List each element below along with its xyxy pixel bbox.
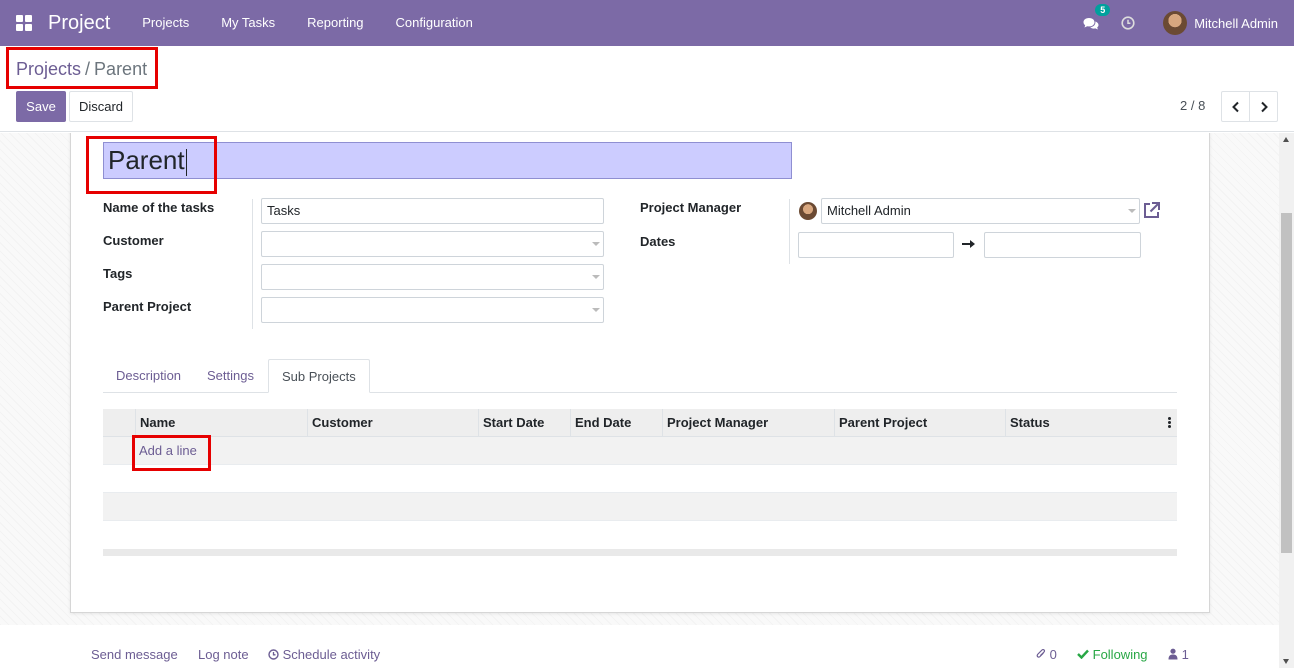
tab-description[interactable]: Description <box>103 359 194 393</box>
dropdown-caret-icon <box>592 242 600 246</box>
schedule-activity-label: Schedule activity <box>282 647 381 662</box>
activity-clock-icon[interactable] <box>1121 16 1135 30</box>
menu-projects[interactable]: Projects <box>126 0 205 46</box>
user-icon <box>1168 648 1178 660</box>
table-row: Add a line <box>103 437 1177 465</box>
control-panel: Projects / Parent Save Discard 2 / 8 <box>0 46 1294 132</box>
chevron-right-icon <box>1260 101 1268 112</box>
followers-count: 1 <box>1181 647 1189 662</box>
schedule-activity-button[interactable]: Schedule activity <box>268 647 380 662</box>
following-label: Following <box>1092 647 1148 662</box>
chat-icon <box>1083 18 1099 30</box>
breadcrumb-current: Parent <box>94 59 148 79</box>
table-footer <box>103 549 1177 556</box>
add-a-line-link[interactable]: Add a line <box>139 437 197 465</box>
column-project-manager[interactable]: Project Manager <box>662 409 833 437</box>
left-group-separator <box>252 199 253 329</box>
tags-select[interactable] <box>261 264 604 290</box>
user-name[interactable]: Mitchell Admin <box>1194 16 1278 31</box>
apps-menu-icon[interactable] <box>16 15 32 31</box>
arrow-right-icon <box>962 240 975 248</box>
breadcrumb: Projects / Parent <box>16 59 147 80</box>
column-status[interactable]: Status <box>1005 409 1177 437</box>
check-icon <box>1077 649 1089 660</box>
date-end-input[interactable] <box>984 232 1141 258</box>
paperclip-icon <box>1036 648 1046 658</box>
tab-sub-projects[interactable]: Sub Projects <box>268 359 370 393</box>
column-customer[interactable]: Customer <box>307 409 478 437</box>
chat-count-badge: 5 <box>1095 4 1111 16</box>
chatter-bar: Send message Log note Schedule activity … <box>0 626 1279 668</box>
label-tags: Tags <box>103 266 133 281</box>
label-name-of-tasks: Name of the tasks <box>103 200 215 215</box>
breadcrumb-separator: / <box>85 59 91 79</box>
pager-value[interactable]: 2 / 8 <box>1180 98 1205 113</box>
table-row <box>103 465 1177 493</box>
project-name-input[interactable]: Parent <box>103 142 792 179</box>
scroll-up-arrow-icon[interactable] <box>1283 137 1289 142</box>
menu-configuration[interactable]: Configuration <box>380 0 489 46</box>
project-manager-value: Mitchell Admin <box>827 203 911 218</box>
sub-projects-table: Name Customer Start Date End Date Projec… <box>103 409 1177 556</box>
messaging-button[interactable]: 5 <box>1083 4 1111 33</box>
project-name-value: Parent <box>108 145 185 175</box>
project-manager-select[interactable]: Mitchell Admin <box>821 198 1140 224</box>
attachments-count: 0 <box>1049 647 1057 662</box>
right-group-separator <box>789 199 790 264</box>
clock-icon <box>268 649 279 660</box>
dropdown-caret-icon <box>592 275 600 279</box>
column-name[interactable]: Name <box>135 409 306 437</box>
scroll-down-arrow-icon[interactable] <box>1283 659 1289 664</box>
column-start-date[interactable]: Start Date <box>478 409 570 437</box>
chevron-left-icon <box>1231 101 1239 112</box>
form-view: Parent Name of the tasks Customer Tags P… <box>0 133 1279 625</box>
log-note-button[interactable]: Log note <box>198 647 249 662</box>
scrollbar-thumb[interactable] <box>1281 213 1292 553</box>
label-dates: Dates <box>640 234 676 249</box>
name-of-tasks-input[interactable]: Tasks <box>261 198 604 224</box>
send-message-button[interactable]: Send message <box>91 647 178 662</box>
text-cursor <box>185 148 187 176</box>
parent-project-select[interactable] <box>261 297 604 323</box>
tab-settings[interactable]: Settings <box>194 359 267 393</box>
label-project-manager: Project Manager <box>640 200 742 215</box>
discard-button[interactable]: Discard <box>69 91 133 122</box>
app-title[interactable]: Project <box>48 12 110 35</box>
customer-select[interactable] <box>261 231 604 257</box>
top-navbar: Project Projects My Tasks Reporting Conf… <box>0 0 1294 46</box>
page-scrollbar[interactable] <box>1279 133 1294 668</box>
dropdown-caret-icon <box>592 308 600 312</box>
table-row <box>103 493 1177 521</box>
table-header: Name Customer Start Date End Date Projec… <box>103 409 1177 437</box>
pager-previous-button[interactable] <box>1221 91 1250 122</box>
date-start-input[interactable] <box>798 232 954 258</box>
menu-my-tasks[interactable]: My Tasks <box>205 0 291 46</box>
manager-avatar <box>799 202 817 220</box>
dropdown-caret-icon <box>1128 209 1136 213</box>
save-button[interactable]: Save <box>16 91 66 122</box>
attachments-button[interactable]: 0 <box>1036 647 1057 662</box>
menu-reporting[interactable]: Reporting <box>291 0 379 46</box>
label-customer: Customer <box>103 233 164 248</box>
pager-next-button[interactable] <box>1249 91 1278 122</box>
column-end-date[interactable]: End Date <box>570 409 662 437</box>
followers-button[interactable]: 1 <box>1168 647 1189 662</box>
label-parent-project: Parent Project <box>103 299 192 314</box>
following-button[interactable]: Following <box>1077 647 1148 662</box>
optional-columns-icon[interactable] <box>1168 417 1171 429</box>
form-sheet: Parent Name of the tasks Customer Tags P… <box>70 133 1210 613</box>
external-link-icon[interactable] <box>1142 201 1161 220</box>
user-avatar[interactable] <box>1163 11 1188 35</box>
breadcrumb-projects-link[interactable]: Projects <box>16 59 81 79</box>
notebook-tabs: Description Settings Sub Projects <box>103 359 1177 393</box>
column-parent-project[interactable]: Parent Project <box>834 409 1005 437</box>
